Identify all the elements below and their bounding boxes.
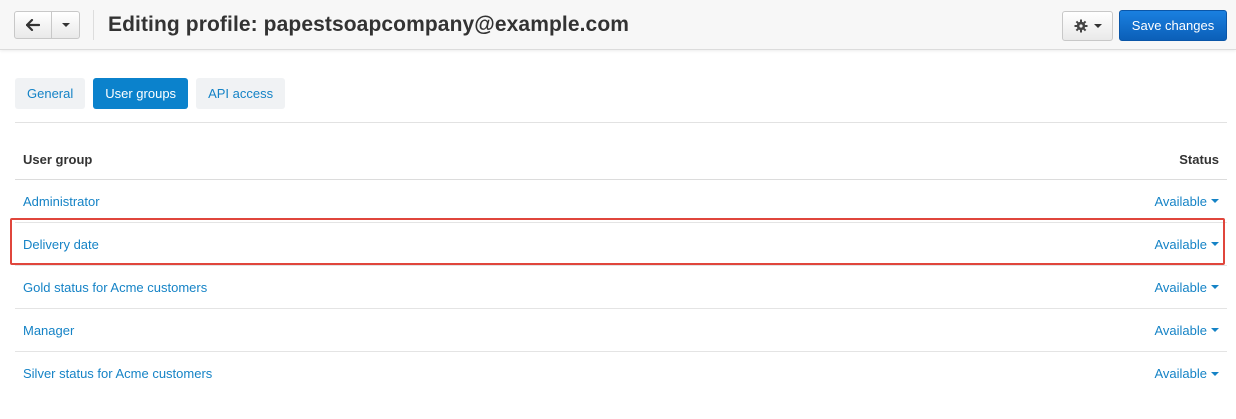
table-row: Administrator Available [15,180,1227,223]
column-header-user-group: User group [23,152,93,167]
user-group-link[interactable]: Gold status for Acme customers [23,280,207,295]
table-row: Silver status for Acme customers Availab… [15,352,1227,395]
caret-down-icon [61,23,70,27]
table-row: Delivery date Available [15,223,1227,266]
back-dropdown-button[interactable] [52,11,80,39]
toolbar: Editing profile: papestsoapcompany@examp… [0,0,1236,50]
tab-user-groups[interactable]: User groups [93,78,189,109]
table-row: Manager Available [15,309,1227,352]
status-label: Available [1154,193,1207,209]
status-dropdown[interactable]: Available [1154,237,1219,252]
tab-bar: General User groups API access [15,78,286,109]
status-dropdown[interactable]: Available [1154,280,1219,295]
column-header-status: Status [1179,152,1219,167]
caret-down-icon [1093,24,1102,28]
user-group-link[interactable]: Delivery date [23,237,99,252]
caret-down-icon [1211,285,1219,289]
gear-icon [1074,19,1087,33]
tab-api-access[interactable]: API access [196,78,286,109]
table-header: User group Status [15,140,1227,180]
tabs-divider [15,122,1227,123]
status-dropdown[interactable]: Available [1154,194,1219,209]
tab-general[interactable]: General [15,78,86,109]
user-group-link[interactable]: Silver status for Acme customers [23,366,212,381]
page-title: Editing profile: papestsoapcompany@examp… [108,13,630,36]
status-label: Available [1154,366,1207,381]
caret-down-icon [1211,371,1219,376]
caret-down-icon [1211,199,1219,203]
user-groups-table: User group Status Administrator Availabl… [15,140,1227,395]
status-label: Available [1154,279,1207,295]
status-label: Available [1154,236,1207,252]
back-button[interactable] [14,11,52,39]
arrow-left-icon [26,19,40,31]
caret-down-icon [1211,242,1219,246]
status-dropdown[interactable]: Available [1154,366,1219,381]
caret-down-icon [1211,328,1219,332]
toolbar-divider [93,10,94,40]
status-dropdown[interactable]: Available [1154,323,1219,338]
settings-dropdown-button[interactable] [1062,11,1113,41]
table-row: Gold status for Acme customers Available [15,266,1227,309]
save-changes-button[interactable]: Save changes [1119,10,1227,41]
user-group-link[interactable]: Administrator [23,194,100,209]
user-group-link[interactable]: Manager [23,323,74,338]
back-button-group [14,11,80,39]
status-label: Available [1154,322,1207,338]
